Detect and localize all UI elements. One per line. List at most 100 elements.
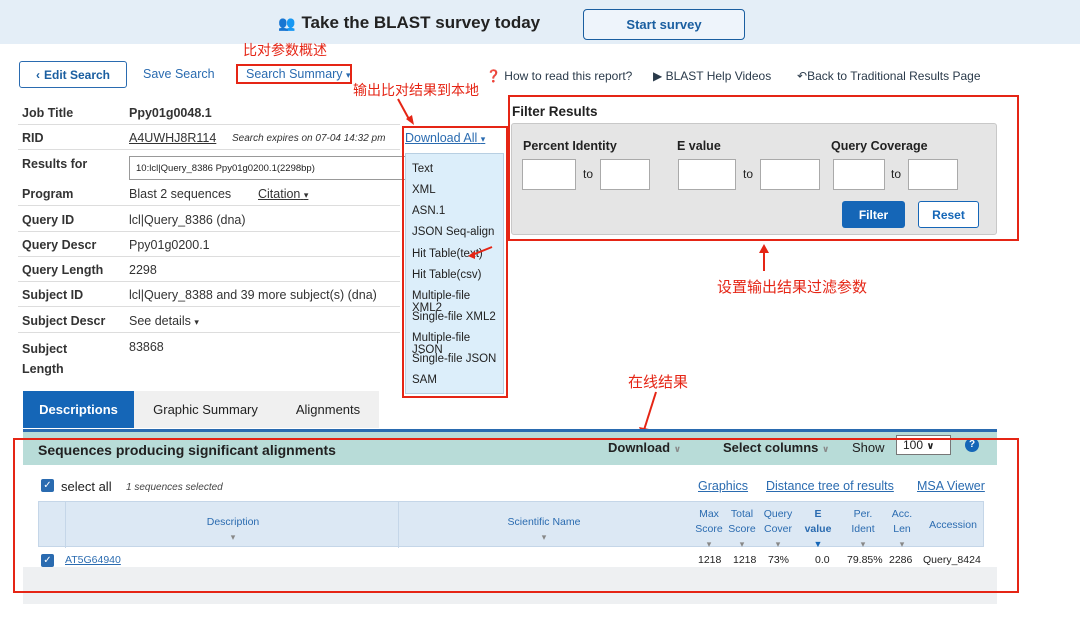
reset-button[interactable]: Reset [918, 201, 979, 228]
col-query-cover[interactable]: Query Cover ▾ [761, 507, 795, 552]
divider [18, 205, 400, 206]
download-all-button[interactable]: Download All ▾ [405, 131, 485, 145]
column-divider [398, 502, 399, 548]
filter-panel: Percent Identity E value Query Coverage … [511, 123, 997, 235]
program-label: Program [22, 187, 74, 201]
show-select[interactable]: 100 ∨ [896, 435, 951, 455]
divider [18, 306, 400, 307]
e-value-max-input[interactable] [760, 159, 820, 190]
percent-identity-max-input[interactable] [600, 159, 650, 190]
edit-search-button[interactable]: ‹ Edit Search [19, 61, 127, 88]
tab-alignments[interactable]: Alignments [277, 391, 379, 428]
survey-banner: 👥 Take the BLAST survey today Start surve… [0, 0, 1080, 44]
sort-icon: ▾ [739, 539, 745, 549]
rid-expires: Search expires on 07-04 14:32 pm [232, 133, 386, 144]
col-max-score[interactable]: Max Score ▾ [695, 507, 723, 552]
query-coverage-max-input[interactable] [908, 159, 958, 190]
tab-descriptions[interactable]: Descriptions [23, 391, 134, 428]
acc-len-cell: 2286 [889, 554, 913, 566]
divider [18, 149, 400, 150]
to-label: to [743, 167, 754, 181]
download-option-sam[interactable]: SAM [412, 374, 437, 386]
description-link[interactable]: AT5G64940 [65, 554, 121, 566]
col-scientific-name[interactable]: Scientific Name ▾ [499, 515, 589, 545]
banner-title: 👥 Take the BLAST survey today [278, 13, 541, 32]
sort-icon: ▾ [541, 532, 547, 542]
help-circle-icon: ❓ [486, 69, 501, 83]
divider [18, 231, 400, 232]
show-label: Show [852, 440, 885, 455]
chevron-down-icon: ▾ [194, 317, 199, 327]
subject-descr-label: Subject Descr [22, 314, 106, 328]
filter-title: Filter Results [512, 104, 598, 119]
rid-label: RID [22, 131, 44, 145]
col-total-score[interactable]: Total Score ▾ [727, 507, 757, 552]
download-option-asn1[interactable]: ASN.1 [412, 205, 445, 217]
divider [18, 124, 400, 125]
chevron-down-icon: ▾ [303, 190, 309, 200]
see-details-link[interactable]: See details ▾ [129, 314, 199, 328]
results-for-select[interactable]: 10:lcl|Query_8386 Ppy01g0200.1(2298bp) [129, 156, 419, 180]
citation-link[interactable]: Citation ▾ [258, 187, 308, 201]
results-download-button[interactable]: Download ∨ [608, 440, 681, 455]
download-option-xml[interactable]: XML [412, 184, 436, 196]
total-score-cell: 1218 [733, 554, 757, 566]
chevron-left-icon: ‹ [35, 67, 40, 82]
query-length-label: Query Length [22, 263, 104, 277]
col-per-ident[interactable]: Per. Ident ▾ [843, 507, 883, 552]
download-option-json-seqalign[interactable]: JSON Seq-align [412, 226, 494, 238]
back-traditional-link[interactable]: ↶Back to Traditional Results Page [797, 69, 981, 83]
distance-tree-link[interactable]: Distance tree of results [766, 479, 894, 493]
undo-icon: ↶ [797, 69, 808, 83]
col-description[interactable]: Description ▾ [189, 515, 277, 545]
query-cover-cell: 73% [768, 554, 790, 566]
subject-id-label: Subject ID [22, 288, 84, 302]
video-icon: ▶ [653, 69, 663, 83]
subject-length-label: Subject Length [22, 342, 68, 376]
help-videos-link[interactable]: ▶ BLAST Help Videos [653, 69, 771, 83]
to-label: to [891, 167, 902, 181]
col-accession: Accession [929, 519, 977, 531]
query-descr-label: Query Descr [22, 238, 97, 252]
download-option-text[interactable]: Text [412, 163, 433, 175]
percent-identity-label: Percent Identity [523, 139, 617, 153]
tab-graphic-summary[interactable]: Graphic Summary [134, 391, 277, 428]
selected-count: 1 sequences selected [126, 482, 223, 493]
e-value-label: E value [677, 139, 721, 153]
download-option-single-json[interactable]: Single-file JSON [412, 353, 496, 365]
e-value-min-input[interactable] [678, 159, 736, 190]
results-heading: Sequences producing significant alignmen… [38, 442, 336, 458]
help-icon[interactable]: ? [965, 438, 979, 452]
sort-icon: ▾ [860, 539, 866, 549]
percent-identity-min-input[interactable] [522, 159, 576, 190]
divider [18, 332, 400, 333]
msa-viewer-link[interactable]: MSA Viewer [917, 479, 985, 493]
rid-link[interactable]: A4UWHJ8R114 [129, 131, 216, 145]
start-survey-button[interactable]: Start survey [583, 9, 745, 40]
chevron-down-icon: ∨ [673, 444, 682, 454]
select-all-checkbox[interactable]: ✓ [41, 479, 54, 492]
divider [18, 281, 400, 282]
query-descr-value: Ppy01g0200.1 [129, 238, 210, 252]
results-header-bar: Sequences producing significant alignmen… [23, 429, 997, 465]
col-e-value[interactable]: E value ▼ [801, 507, 835, 552]
sort-icon: ▾ [706, 539, 712, 549]
search-summary-link[interactable]: Search Summary ▾ [246, 67, 351, 81]
select-columns-button[interactable]: Select columns ∨ [723, 440, 829, 455]
save-search-link[interactable]: Save Search [143, 67, 215, 81]
query-coverage-label: Query Coverage [831, 139, 928, 153]
download-option-hit-table-csv[interactable]: Hit Table(csv) [412, 269, 481, 281]
download-option-single-xml2[interactable]: Single-file XML2 [412, 311, 496, 323]
filter-button[interactable]: Filter [842, 201, 905, 228]
row-checkbox[interactable]: ✓ [41, 554, 54, 567]
arrow-to-hit-table [468, 246, 493, 259]
summary-annotation: 比对参数概述 [243, 42, 327, 58]
chevron-down-icon: ▾ [346, 70, 351, 80]
query-coverage-min-input[interactable] [833, 159, 885, 190]
sort-icon: ▾ [775, 539, 781, 549]
how-to-read-link[interactable]: ❓ How to read this report? [486, 69, 632, 83]
col-acc-len[interactable]: Acc. Len ▾ [885, 507, 919, 552]
sort-icon: ▾ [230, 532, 236, 542]
chevron-down-icon: ∨ [926, 441, 935, 452]
graphics-link[interactable]: Graphics [698, 479, 748, 493]
